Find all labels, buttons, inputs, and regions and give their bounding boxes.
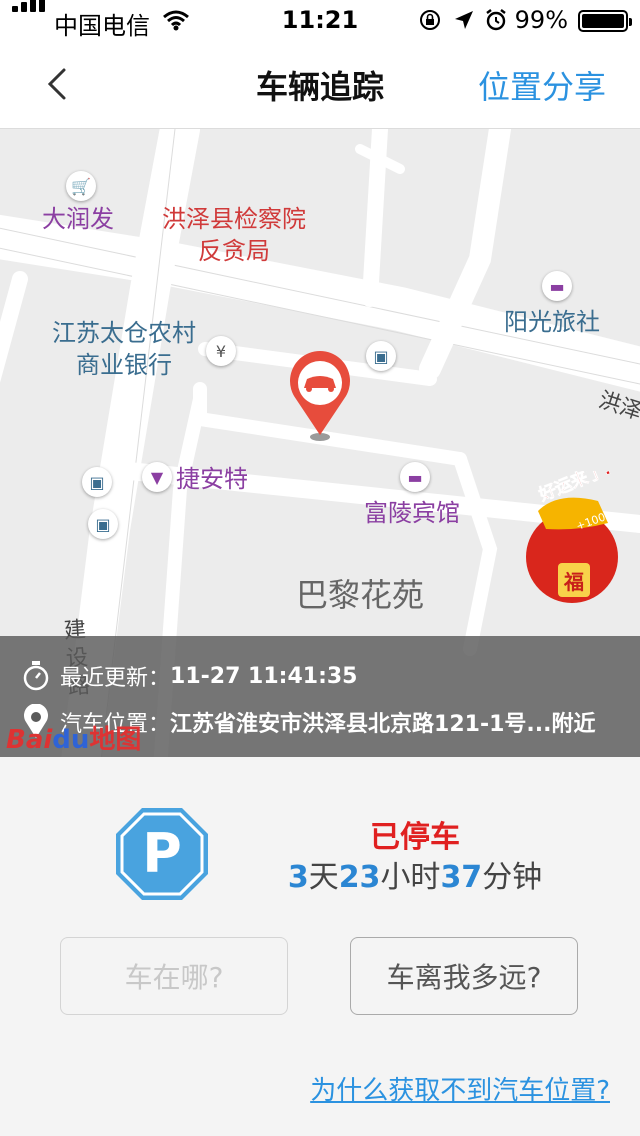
location-share-button[interactable]: 位置分享 bbox=[478, 62, 606, 108]
nav-bar: 车辆追踪 位置分享 bbox=[0, 40, 640, 129]
luck-envelope-glyph: 福 bbox=[563, 570, 584, 594]
bank-icon: ¥ bbox=[206, 336, 236, 366]
poi-procuratorate[interactable]: 洪泽县检察院 反贪局 bbox=[152, 203, 316, 267]
where-is-car-button[interactable]: 车在哪? bbox=[60, 937, 288, 1015]
location-help-link[interactable]: 为什么获取不到汽车位置? bbox=[310, 1070, 610, 1107]
last-update-label: 最近更新： bbox=[60, 666, 171, 691]
poi-yangguang-hotel[interactable]: 阳光旅社 bbox=[504, 306, 600, 338]
bus-stop-icon: ▣ bbox=[366, 341, 396, 371]
bus-stop-icon: ▣ bbox=[82, 467, 112, 497]
location-arrow-icon bbox=[455, 11, 473, 29]
distance-to-car-button[interactable]: 车离我多远? bbox=[350, 937, 578, 1015]
lucky-red-envelope-button[interactable]: 福 +100 好运来了! bbox=[498, 471, 628, 611]
hotel-icon: ▬ bbox=[542, 271, 572, 301]
duration-days: 3 bbox=[287, 860, 309, 895]
shopping-cart-icon: 🛒 bbox=[66, 171, 96, 201]
duration-hours-unit: 小时 bbox=[380, 860, 441, 895]
poi-jieante[interactable]: 捷安特 bbox=[176, 463, 248, 495]
stopwatch-icon bbox=[23, 661, 49, 691]
status-bar: 中国电信 11:21 99% bbox=[0, 0, 640, 40]
duration-minutes-unit: 分钟 bbox=[482, 860, 543, 895]
duration-minutes: 37 bbox=[440, 860, 483, 895]
duration-hours: 23 bbox=[338, 860, 381, 895]
poi-darunfa[interactable]: 大润发 bbox=[42, 203, 114, 235]
shopping-bag-icon: ▼ bbox=[142, 462, 172, 492]
map-view[interactable]: 🛒 ¥ ▣ ▬ ▼ ▬ ▣ ▣ 大润发 洪泽县检察院 反贪局 江苏太仓农村 商业… bbox=[0, 129, 640, 757]
duration-days-unit: 天 bbox=[308, 860, 339, 895]
battery-percent: 99% bbox=[514, 6, 568, 34]
bus-stop-icon: ▣ bbox=[88, 509, 118, 539]
battery-icon bbox=[578, 10, 632, 32]
car-location-value: 江苏省淮安市洪泽县北京路121-1号...附近 bbox=[170, 712, 596, 737]
parking-icon: P bbox=[116, 808, 208, 900]
poi-bank[interactable]: 江苏太仓农村 商业银行 bbox=[44, 317, 204, 381]
hotel-icon: ▬ bbox=[400, 462, 430, 492]
parking-status: 已停车 bbox=[370, 820, 460, 855]
orientation-lock-icon bbox=[420, 10, 440, 30]
last-update-row: 最近更新： 11-27 11:41:35 bbox=[22, 656, 357, 696]
alarm-icon bbox=[486, 9, 506, 31]
poi-fuling-hotel[interactable]: 富陵宾馆 bbox=[364, 497, 460, 529]
baidu-map-logo: Baidu地图 bbox=[6, 725, 142, 755]
parking-duration: 3天23小时37分钟 bbox=[230, 852, 600, 896]
last-update-value: 11-27 11:41:35 bbox=[170, 663, 358, 689]
parking-letter: P bbox=[142, 822, 182, 885]
poi-bali-garden[interactable]: 巴黎花苑 bbox=[296, 579, 424, 611]
